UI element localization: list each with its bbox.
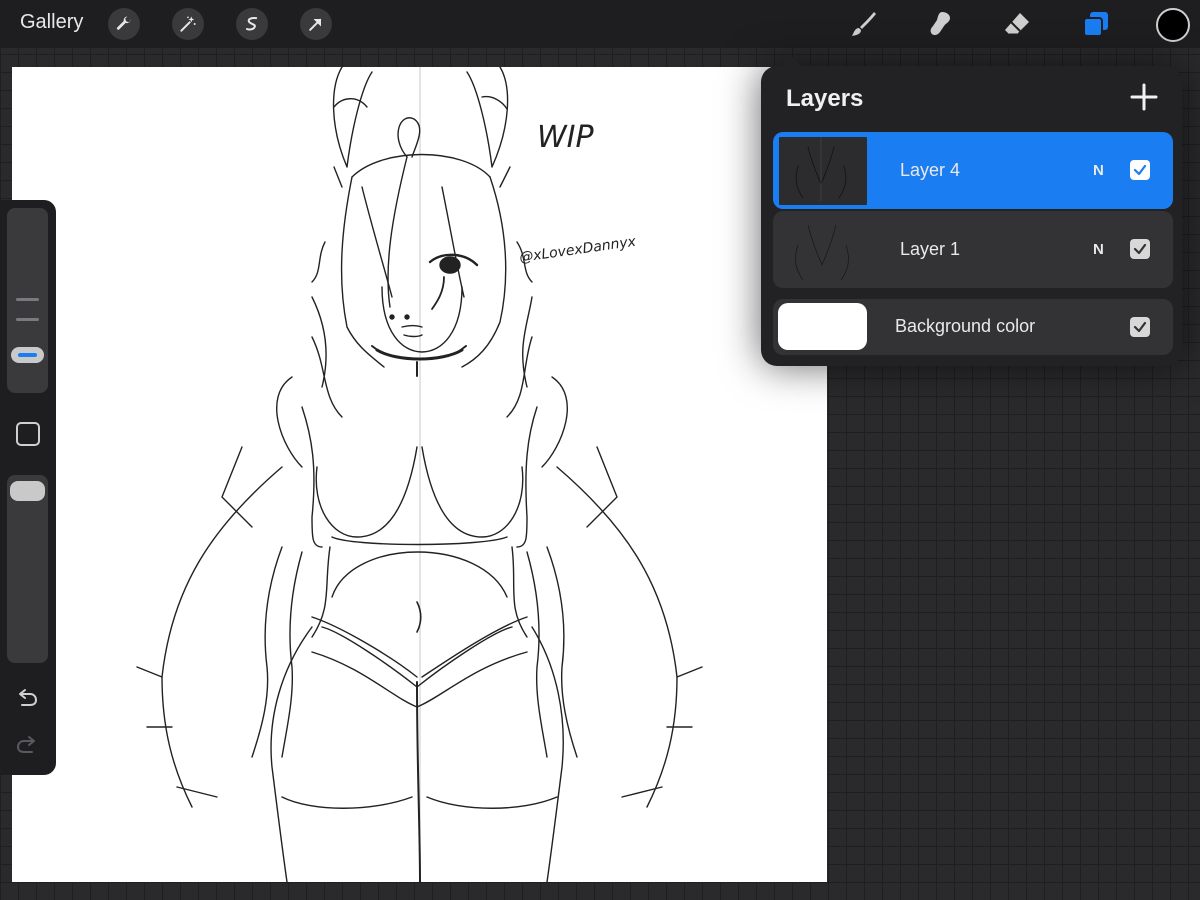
gallery-button[interactable]: Gallery (20, 11, 83, 34)
layers-panel-title: Layers (786, 85, 864, 112)
top-toolbar: Gallery (0, 0, 1200, 48)
artist-handle-label: @xLovexDannyx (518, 234, 637, 266)
brush-size-thumb[interactable] (11, 347, 44, 363)
brush-size-slider[interactable] (7, 208, 48, 393)
transform-arrow-icon[interactable] (300, 8, 332, 40)
modify-square-button[interactable] (16, 422, 40, 446)
layer-row[interactable]: Layer 4 N (773, 132, 1173, 209)
layer-visibility-checkbox[interactable] (1130, 239, 1150, 259)
opacity-slider[interactable] (7, 475, 48, 663)
slider-tick (16, 298, 39, 301)
background-color-row[interactable]: Background color (773, 299, 1173, 355)
layer-name: Layer 4 (900, 160, 961, 180)
blend-mode-button[interactable]: N (1093, 162, 1104, 179)
drawing-canvas[interactable]: WIP @xLovexDannyx (12, 67, 827, 882)
background-color-label: Background color (895, 316, 1036, 336)
layer-thumbnail (777, 135, 869, 207)
undo-icon[interactable] (14, 686, 40, 712)
checkmark-icon (1133, 164, 1147, 176)
eraser-icon[interactable] (999, 6, 1035, 42)
layers-panel: Layers Layer 4 N Layer 1 N Background co… (761, 56, 1182, 366)
checkmark-icon (1133, 243, 1147, 255)
layer-thumbnail (778, 215, 866, 283)
layer-name: Layer 1 (900, 239, 961, 259)
wip-label: WIP (537, 120, 595, 155)
wrench-icon[interactable] (108, 8, 140, 40)
checkmark-icon (1133, 321, 1147, 333)
blend-mode-button[interactable]: N (1093, 241, 1104, 258)
left-sidebar (0, 200, 56, 775)
brush-icon[interactable] (846, 6, 882, 42)
slider-tick (16, 318, 39, 321)
plus-icon (1130, 83, 1158, 111)
layer-visibility-checkbox[interactable] (1130, 160, 1150, 180)
add-layer-button[interactable] (1129, 82, 1159, 112)
background-color-swatch[interactable] (778, 303, 867, 350)
layer-row[interactable]: Layer 1 N (773, 211, 1173, 288)
redo-icon[interactable] (14, 733, 40, 759)
selection-icon[interactable] (236, 8, 268, 40)
opacity-thumb[interactable] (10, 481, 45, 501)
layers-icon[interactable] (1078, 6, 1114, 42)
smudge-icon[interactable] (922, 6, 958, 42)
magic-wand-icon[interactable] (172, 8, 204, 40)
background-visibility-checkbox[interactable] (1130, 317, 1150, 337)
sketch-artwork: WIP @xLovexDannyx (136, 67, 703, 882)
color-picker-swatch[interactable] (1156, 8, 1190, 42)
